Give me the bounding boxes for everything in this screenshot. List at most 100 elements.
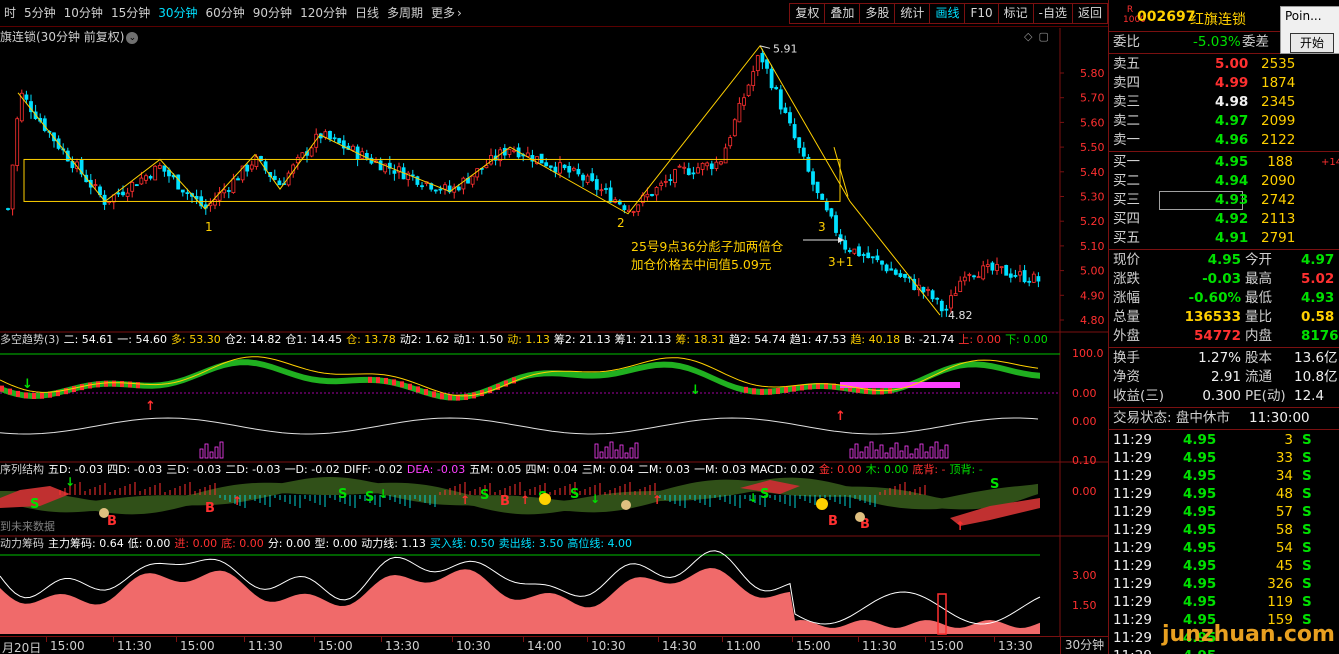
stat-label2-0: 今开	[1245, 252, 1272, 268]
indicator2-value-1: 五D: -0.03	[48, 463, 104, 476]
ind1-histogram-bar	[204, 443, 209, 459]
candle-body	[213, 199, 217, 206]
toolbar-button-3[interactable]: 统计	[894, 3, 931, 24]
wave-label-1: 2	[617, 216, 625, 230]
ind1-ribbon-red	[368, 376, 372, 383]
window-toggle-icon[interactable]: ▢	[1038, 30, 1048, 43]
stat-value2-0: 4.97	[1301, 252, 1335, 268]
period-tab-10[interactable]: 更多 ›	[427, 0, 466, 27]
candle-body	[843, 240, 848, 250]
ind1-ribbon-red	[400, 381, 404, 388]
stat2-value-2: 0.300	[1202, 388, 1241, 404]
toolbar-button-0[interactable]: 复权	[789, 3, 826, 24]
bid-volume-0: 188	[1267, 154, 1293, 170]
candle-body	[696, 167, 700, 174]
period-tab-4[interactable]: 30分钟	[154, 0, 201, 27]
stat-label-2: 涨幅	[1113, 290, 1140, 306]
toolbar-button-1[interactable]: 叠加	[824, 3, 861, 24]
period-tab-0[interactable]: 时	[0, 0, 20, 27]
quote-row: 11:29 4.95 57 S	[1109, 503, 1339, 521]
candle-body	[999, 266, 1004, 269]
time-tick-mark	[722, 637, 723, 642]
toolbar-button-8[interactable]: 返回	[1071, 3, 1108, 24]
indicator3-value-8: 买入线: 0.50	[429, 537, 495, 550]
candle-body	[567, 166, 572, 173]
indicator2-value-6: DIFF: -0.02	[343, 463, 403, 476]
tick-price-0: 4.95	[1183, 432, 1217, 448]
candle-body	[737, 102, 742, 123]
period-tabs: 时 5分钟 10分钟 15分钟 30分钟 60分钟 90分钟 120分钟 日线 多周期 更多 ›	[0, 0, 466, 26]
quote-row: 11:29 4.95 48 S	[1109, 485, 1339, 503]
candle-body	[714, 161, 719, 169]
quote-row: 11:29 4.95	[1109, 647, 1339, 654]
quote-row: 买三 4.93 2742	[1109, 191, 1339, 210]
sell-signal-s: S	[338, 487, 347, 502]
time-label-11: 11:00	[726, 639, 761, 653]
sell-signal-s: S	[760, 487, 769, 502]
candle-body	[801, 147, 806, 157]
period-tab-5[interactable]: 60分钟	[202, 0, 249, 27]
quote-row: 交易状态: 盘中休市 11:30:00	[1109, 409, 1339, 428]
toolbar-button-6[interactable]: 标记	[997, 3, 1034, 24]
candle-body	[769, 68, 774, 89]
ask-label-4: 卖一	[1113, 132, 1140, 148]
period-tab-1[interactable]: 5分钟	[20, 0, 60, 27]
candle-body	[847, 250, 852, 252]
candle-body	[1031, 273, 1036, 283]
ind1-ribbon-red	[72, 386, 76, 393]
period-tab-3[interactable]: 15分钟	[107, 0, 154, 27]
tick-side-5: S	[1302, 522, 1312, 538]
candle-body	[719, 161, 723, 165]
diamond-icon[interactable]: ◇	[1024, 30, 1032, 43]
period-tab-9[interactable]: 多周期	[383, 0, 427, 27]
candle-body	[995, 264, 999, 271]
buy-signal-b: B	[205, 501, 215, 516]
tick-side-4: S	[1302, 504, 1312, 520]
candle-body	[507, 149, 512, 155]
chevron-down-icon[interactable]: ⌄	[126, 31, 139, 44]
bid-label-4: 买五	[1113, 230, 1140, 246]
tick-price-7: 4.95	[1183, 558, 1217, 574]
candle-body	[585, 175, 590, 183]
ind1-histogram-bar	[219, 441, 224, 459]
candle-body	[939, 300, 944, 312]
stock-code: 002697	[1137, 9, 1196, 25]
candle-body	[820, 193, 825, 200]
candle-body	[760, 53, 765, 63]
candle-body	[590, 173, 595, 181]
toolbar-button-4[interactable]: 画线	[929, 3, 966, 24]
period-label[interactable]: 30分钟	[1060, 637, 1108, 654]
candle-body	[93, 184, 98, 186]
time-tick-mark	[381, 637, 382, 642]
candle-body	[539, 153, 544, 164]
arrow-down-icon: ↓	[22, 377, 33, 392]
candle-body	[548, 165, 553, 168]
start-button[interactable]: 开始	[1290, 33, 1334, 53]
ask-label-1: 卖四	[1113, 75, 1140, 91]
bid-label-2: 买三	[1113, 192, 1140, 208]
ask-volume-4: 2122	[1261, 132, 1296, 148]
period-tab-7[interactable]: 120分钟	[296, 0, 351, 27]
stat-label2-3: 量比	[1245, 309, 1272, 325]
toolbar-button-7[interactable]: -自选	[1032, 3, 1073, 24]
chart-area[interactable]: 5.80 5.70 5.60 5.50 5.40 5.30 5.20 5.10 5.00 4.90…	[0, 28, 1108, 636]
candle-body	[815, 181, 820, 194]
candle-body	[926, 289, 930, 291]
candle-body	[328, 130, 332, 140]
toolbar-button-5[interactable]: F10	[964, 3, 999, 24]
popup-title: Poin...	[1285, 9, 1322, 23]
candle-body	[249, 164, 254, 170]
period-tab-6[interactable]: 90分钟	[249, 0, 296, 27]
period-tab-8[interactable]: 日线	[351, 0, 383, 27]
separator	[1109, 407, 1339, 408]
period-tab-2[interactable]: 10分钟	[60, 0, 107, 27]
ask-volume-0: 2535	[1261, 56, 1296, 72]
quote-row: 11:29 4.95 45 S	[1109, 557, 1339, 575]
candle-body	[645, 193, 650, 198]
time-tick-mark	[658, 637, 659, 642]
time-label-6: 13:30	[385, 639, 420, 653]
tick-time-2: 11:29	[1113, 468, 1152, 484]
indicator2-value-15: 木: 0.00	[865, 463, 909, 476]
toolbar-button-2[interactable]: 多股	[859, 3, 896, 24]
ind1-ribbon-red	[792, 385, 796, 392]
